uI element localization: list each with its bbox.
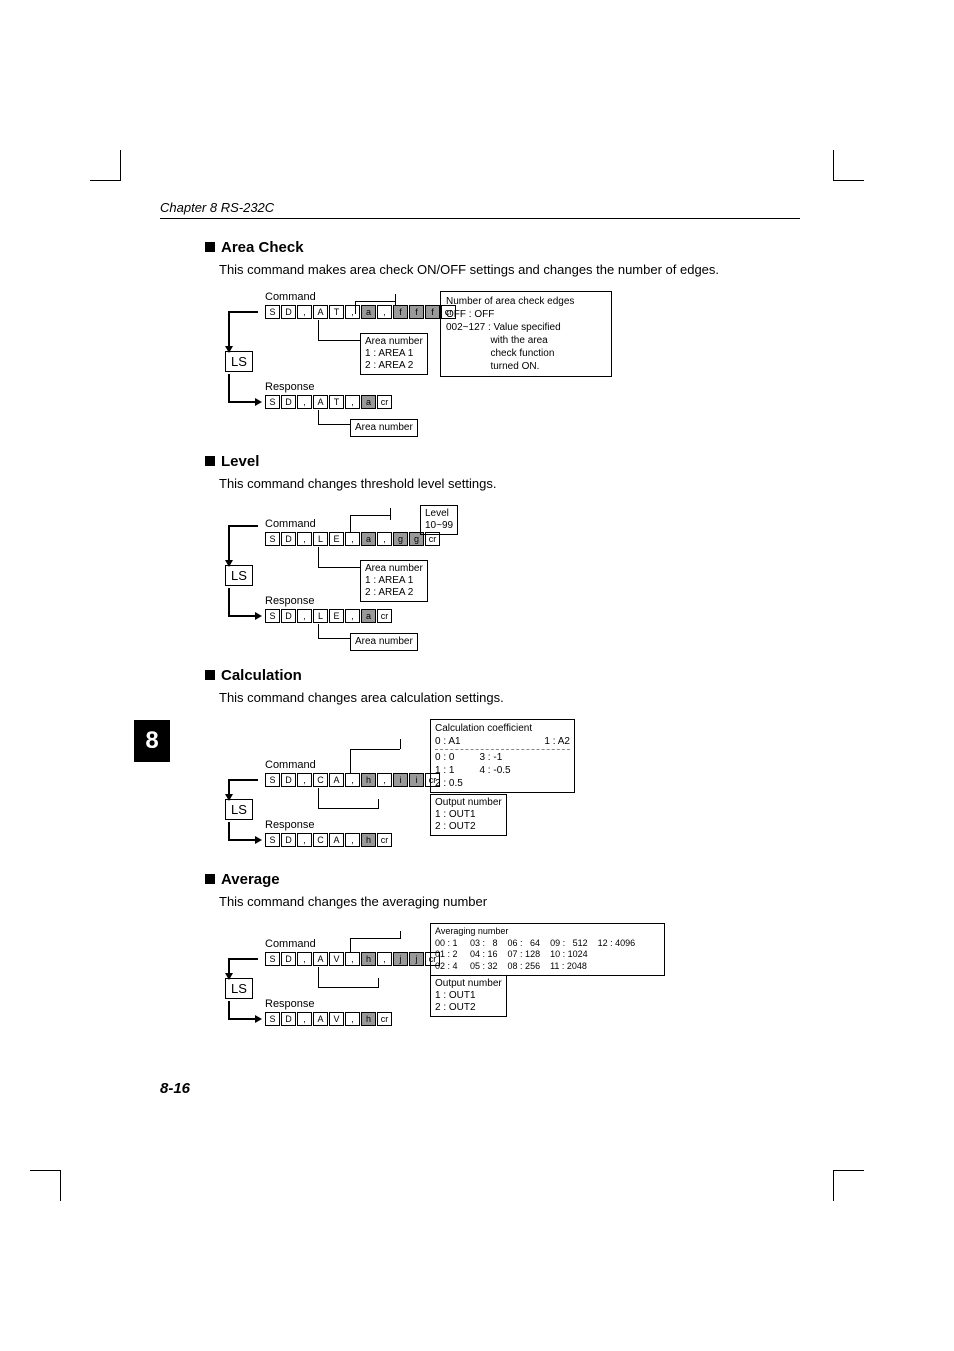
cmd-label: Command — [265, 938, 441, 950]
avg-cmd-row: SD,AV,h,jjcr — [265, 952, 441, 966]
resp-label: Response — [265, 595, 393, 607]
ls-box: LS — [225, 799, 253, 820]
calc-coeff-box: Calculation coefficient 0 : A1 1 : A2 0 … — [430, 719, 575, 793]
level-cmd-row: SD,LE,a,ggcr — [265, 532, 441, 546]
chapter-heading: Chapter 8 RS-232C — [160, 200, 800, 215]
ls-box: LS — [225, 351, 253, 372]
section-level: Level This command changes threshold lev… — [205, 453, 800, 645]
calc-resp-row: SD,CA,hcr — [265, 833, 393, 847]
calc-cmd-row: SD,CA,h,iicr — [265, 773, 441, 787]
calc-desc: This command changes area calculation se… — [219, 690, 800, 705]
level-resp-row: SD,LE,acr — [265, 609, 393, 623]
avg-title: Average — [221, 871, 280, 888]
resp-label: Response — [265, 381, 393, 393]
page-content: Chapter 8 RS-232C Area Check This comman… — [160, 200, 800, 1055]
level-desc: This command changes threshold level set… — [219, 476, 800, 491]
calc-out-box: Output number 1 : OUT1 2 : OUT2 — [430, 794, 507, 836]
area-note-box: Number of area check edges OFF : OFF 002… — [440, 291, 612, 377]
area-num-box: Area number 1 : AREA 1 2 : AREA 2 — [360, 333, 428, 375]
resp-label: Response — [265, 819, 393, 831]
level-title: Level — [221, 453, 259, 470]
calc-title: Calculation — [221, 667, 302, 684]
area-title: Area Check — [221, 239, 304, 256]
cmd-label: Command — [265, 518, 441, 530]
level-range-box: Level 10~99 — [420, 505, 458, 535]
resp-label: Response — [265, 998, 393, 1010]
section-area-check: Area Check This command makes area check… — [205, 239, 800, 431]
section-calculation: Calculation This command changes area ca… — [205, 667, 800, 849]
page-number: 8-16 — [160, 1080, 190, 1097]
area-desc: This command makes area check ON/OFF set… — [219, 262, 800, 277]
area-cmd-row: SD,AT,a,fffcr — [265, 305, 457, 319]
cmd-label: Command — [265, 759, 441, 771]
ls-box: LS — [225, 978, 253, 999]
avg-desc: This command changes the averaging numbe… — [219, 894, 800, 909]
level-resp-num: Area number — [350, 633, 418, 651]
section-average: Average This command changes the averagi… — [205, 871, 800, 1033]
avg-resp-row: SD,AV,hcr — [265, 1012, 393, 1026]
avg-box: Averaging number 00 : 1 03 : 8 06 : 64 0… — [430, 923, 665, 976]
avg-out-box: Output number 1 : OUT1 2 : OUT2 — [430, 975, 507, 1017]
ls-box: LS — [225, 565, 253, 586]
area-resp-num: Area number — [350, 419, 418, 437]
area-resp-row: SD,AT,acr — [265, 395, 393, 409]
